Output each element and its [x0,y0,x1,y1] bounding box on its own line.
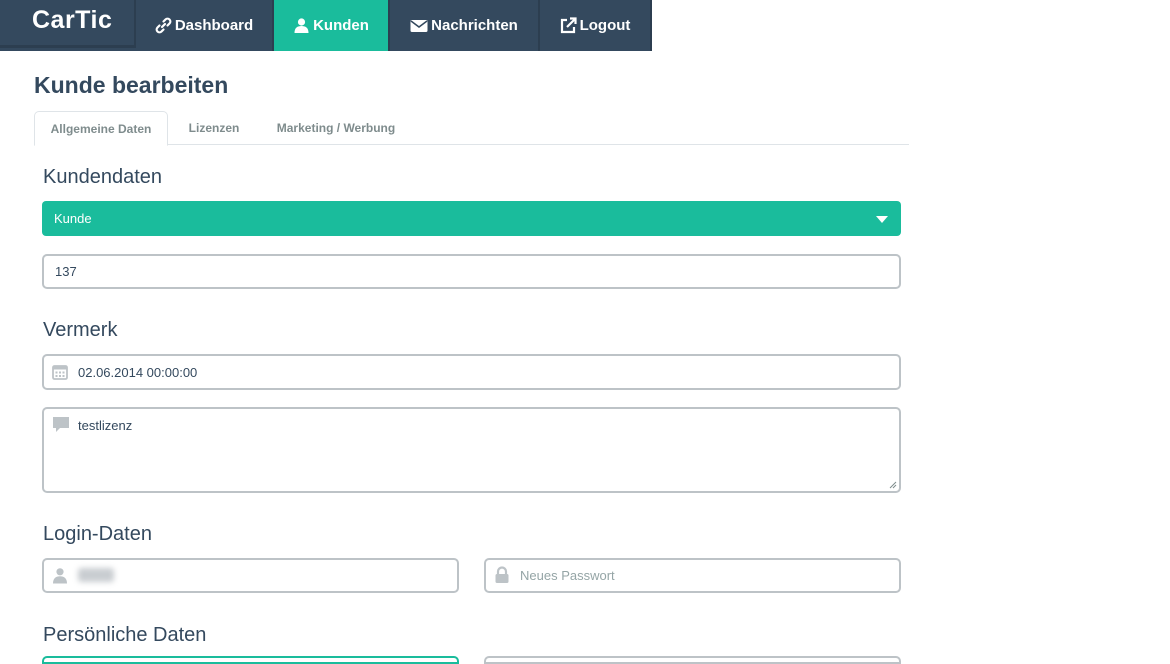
nav-kunden-label: Kunden [313,17,369,34]
user-icon [294,18,309,33]
tab-allgemeine-daten-label: Allgemeine Daten [50,121,152,136]
tab-bar: Allgemeine Daten Lizenzen Marketing / We… [34,111,909,146]
brand-name: CarTic [32,6,113,34]
user-icon [53,568,67,584]
nav-logout[interactable]: Logout [540,0,652,51]
caret-down-icon [876,216,888,223]
section-persoenliche-daten: Persönliche Daten [43,624,207,646]
note-textarea[interactable]: testlizenz [42,407,901,493]
nav-kunden[interactable]: Kunden [274,0,390,51]
calendar-icon [52,365,68,380]
personal-field-left[interactable] [42,656,459,664]
section-kundendaten: Kundendaten [43,166,163,188]
section-vermerk: Vermerk [43,319,118,341]
tab-marketing-werbung[interactable]: Marketing / Werbung [268,111,404,145]
customer-number-field[interactable]: 137 [42,254,901,289]
tab-marketing-werbung-label: Marketing / Werbung [276,121,396,135]
nav-nachrichten-label: Nachrichten [431,17,518,34]
nav-nachrichten[interactable]: Nachrichten [390,0,540,51]
section-login-daten: Login-Daten [43,523,152,545]
navbar-spacer [652,0,1170,51]
resize-handle-icon[interactable] [889,481,897,489]
new-password-field[interactable]: Neues Passwort [484,558,901,593]
page-title: Kunde bearbeiten [34,72,229,98]
top-navbar: CarTic Dashboard Kunden Nachrichten Logo… [0,0,1170,51]
username-blurred [78,568,114,582]
external-link-icon [560,17,577,34]
customer-number-value: 137 [55,264,77,279]
lock-icon [495,566,509,583]
tab-lizenzen-label: Lizenzen [188,121,240,135]
nav-dashboard-label: Dashboard [174,17,254,34]
comment-icon [53,417,69,432]
customer-type-select[interactable]: Kunde [42,201,901,236]
tab-lizenzen[interactable]: Lizenzen [176,111,252,145]
link-icon [155,17,172,34]
envelope-icon [410,19,428,32]
nav-logout-label: Logout [579,17,631,34]
nav-dashboard[interactable]: Dashboard [136,0,274,51]
customer-type-value: Kunde [54,211,92,226]
personal-field-right[interactable] [484,656,901,664]
date-field[interactable]: 02.06.2014 00:00:00 [42,354,901,390]
brand-logo[interactable]: CarTic [0,0,136,48]
tab-allgemeine-daten[interactable]: Allgemeine Daten [34,111,168,146]
username-field[interactable] [42,558,459,593]
